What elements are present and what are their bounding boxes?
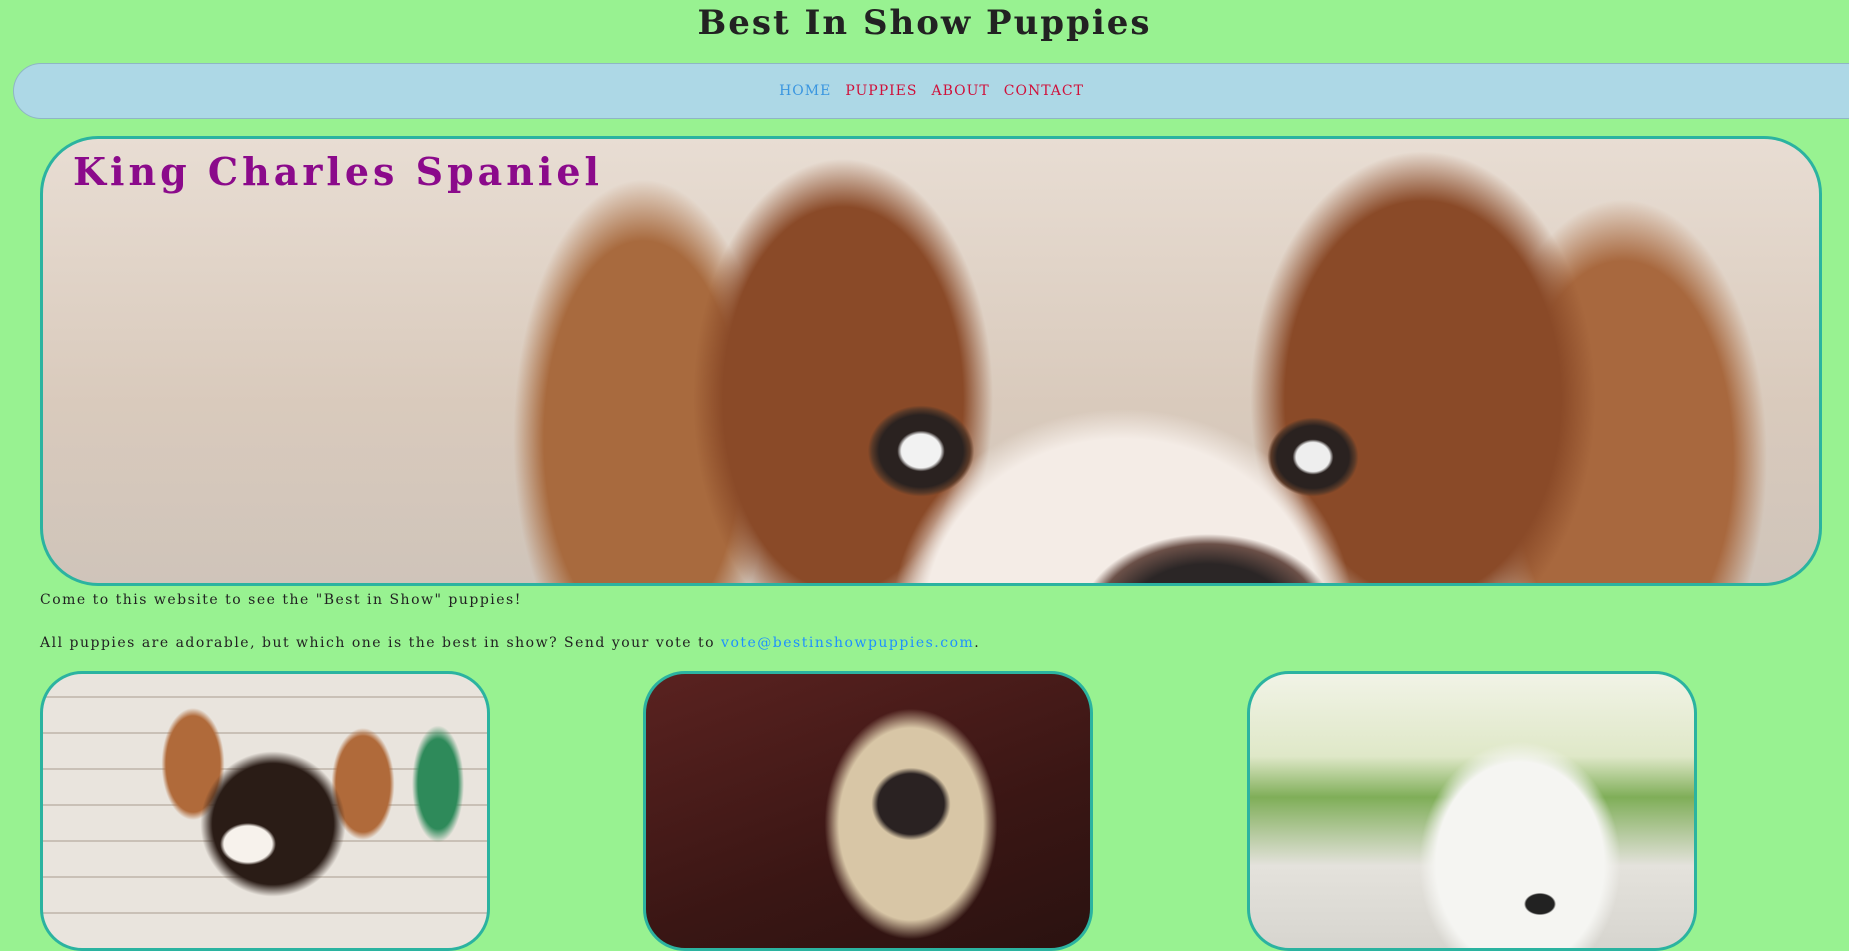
nav-link-contact[interactable]: CONTACT — [1004, 83, 1084, 99]
puppy-card-white-puppy-photo[interactable] — [1247, 671, 1697, 951]
site-title: Best In Show Puppies — [697, 3, 1152, 43]
vote-text-suffix: . — [974, 635, 981, 651]
hero-banner-king-charles-spaniel-photo: King Charles Spaniel — [40, 136, 1822, 586]
intro-text: Come to this website to see the "Best in… — [40, 592, 522, 608]
nav-link-home[interactable]: HOME — [779, 83, 831, 99]
vote-email-link[interactable]: vote@bestinshowpuppies.com — [721, 635, 974, 651]
nav-link-about[interactable]: ABOUT — [931, 83, 989, 99]
vote-text-prefix: All puppies are adorable, but which one … — [40, 635, 722, 651]
puppy-card-corgi-photo[interactable] — [40, 671, 490, 951]
main-navigation: HOME PUPPIES ABOUT CONTACT — [13, 63, 1849, 119]
hero-title: King Charles Spaniel — [73, 149, 603, 194]
nav-link-puppies[interactable]: PUPPIES — [845, 83, 917, 99]
vote-text: All puppies are adorable, but which one … — [40, 635, 980, 651]
puppy-card-pug-photo[interactable] — [643, 671, 1093, 951]
